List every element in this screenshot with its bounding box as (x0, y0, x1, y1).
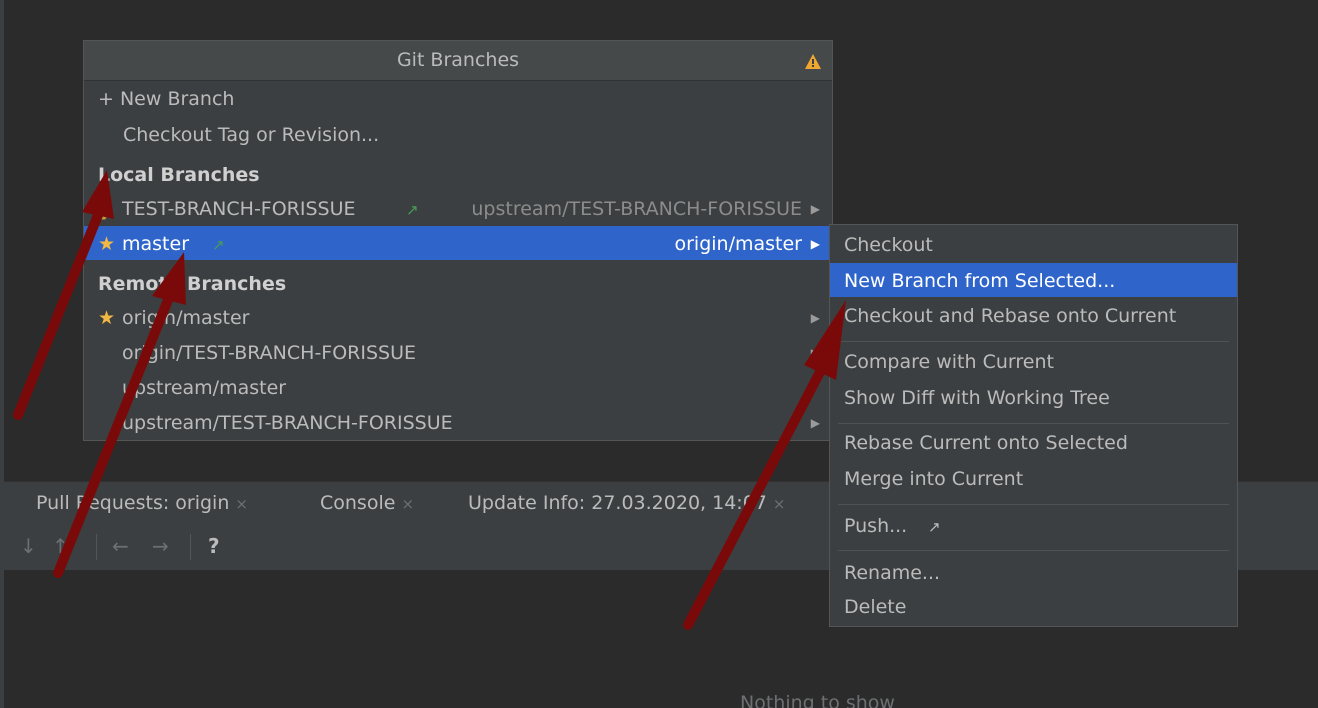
menu-item-checkout[interactable]: Checkout (830, 227, 1237, 261)
tracking-branch: upstream/TEST-BRANCH-FORISSUE (471, 198, 802, 220)
section-title: Remote Branches (98, 273, 287, 295)
popup-title: Git Branches (396, 49, 520, 71)
menu-item-label: Merge into Current (844, 468, 1024, 490)
branch-name: origin/master (122, 307, 250, 329)
menu-item-label: Compare with Current (844, 351, 1054, 373)
menu-item-label: Checkout (844, 234, 933, 256)
tab-console[interactable]: Console × (320, 492, 414, 514)
menu-separator (838, 504, 1229, 505)
branch-actions-submenu: Checkout New Branch from Selected... Che… (829, 224, 1238, 627)
tab-label: Console (320, 492, 396, 514)
close-icon[interactable]: × (773, 495, 786, 513)
menu-item-push[interactable]: Push... ↗ (830, 508, 1237, 542)
menu-item-rebase-current-onto-selected[interactable]: Rebase Current onto Selected (830, 425, 1237, 459)
branch-item-upstream-test-branch[interactable]: upstream/TEST-BRANCH-FORISSUE ▶ (84, 405, 832, 439)
menu-item-compare-with-current[interactable]: Compare with Current (830, 344, 1237, 378)
menu-item-label: Rename... (844, 562, 941, 584)
checkout-tag-item[interactable]: Checkout Tag or Revision... (84, 117, 832, 151)
tab-label: Pull Requests: origin (36, 492, 230, 514)
star-icon: ★ (98, 233, 116, 255)
warning-icon[interactable] (804, 53, 822, 70)
menu-separator (838, 341, 1229, 342)
remote-branches-header: Remote Branches (84, 266, 832, 300)
submenu-arrow-icon: ▶ (810, 202, 820, 216)
branch-name: TEST-BRANCH-FORISSUE (122, 198, 356, 220)
section-title: Local Branches (98, 164, 260, 186)
submenu-arrow-icon: ▶ (810, 311, 820, 325)
menu-item-checkout-and-rebase[interactable]: Checkout and Rebase onto Current (830, 298, 1237, 332)
empty-state-text: Nothing to show (740, 692, 895, 708)
outgoing-arrow-icon: ↗ (928, 518, 941, 536)
submenu-arrow-icon: ▶ (810, 346, 820, 360)
checkout-tag-label: Checkout Tag or Revision... (123, 124, 380, 146)
local-branches-header: Local Branches (84, 157, 832, 191)
branch-name: upstream/TEST-BRANCH-FORISSUE (122, 412, 453, 434)
arrow-back-icon[interactable]: ← (112, 534, 129, 558)
menu-item-label: Checkout and Rebase onto Current (844, 305, 1177, 327)
branch-item-upstream-master[interactable]: upstream/master (84, 370, 832, 404)
toolbar-separator (96, 534, 97, 560)
new-branch-label: + New Branch (98, 88, 235, 110)
tab-pull-requests[interactable]: Pull Requests: origin × (36, 492, 248, 514)
star-icon: ★ (98, 307, 116, 329)
menu-item-rename[interactable]: Rename... (830, 555, 1237, 589)
menu-item-label: Show Diff with Working Tree (844, 387, 1110, 409)
git-branches-popup: Git Branches + New Branch Checkout Tag o… (83, 40, 833, 441)
submenu-arrow-icon: ▶ (810, 237, 820, 251)
menu-separator (838, 550, 1229, 551)
close-icon[interactable]: × (401, 495, 414, 513)
menu-item-new-branch-from-selected[interactable]: New Branch from Selected... (830, 263, 1237, 297)
help-icon[interactable]: ? (208, 534, 220, 558)
menu-separator (838, 423, 1229, 424)
outgoing-arrow-icon: ↗ (406, 201, 419, 219)
popup-header: Git Branches (84, 41, 832, 81)
arrow-up-icon[interactable]: ↑ (52, 534, 69, 558)
tracking-branch: origin/master (674, 233, 803, 255)
new-branch-item[interactable]: + New Branch (84, 81, 832, 115)
branch-item-test-branch[interactable]: ❯ TEST-BRANCH-FORISSUE ↗ upstream/TEST-B… (84, 191, 832, 225)
branch-item-origin-master[interactable]: ★ origin/master ▶ (84, 300, 832, 334)
chevron-right-icon: ❯ (98, 198, 114, 220)
menu-item-label: Push... (844, 515, 908, 537)
branch-item-master[interactable]: ★ master ↗ origin/master ▶ (84, 226, 832, 260)
close-icon[interactable]: × (235, 495, 248, 513)
menu-item-label: Rebase Current onto Selected (844, 432, 1128, 454)
branch-name: origin/TEST-BRANCH-FORISSUE (122, 342, 417, 364)
branch-name: master (122, 233, 190, 255)
branch-name: upstream/master (122, 377, 287, 399)
arrow-forward-icon[interactable]: → (152, 534, 169, 558)
menu-item-label: Delete (844, 596, 907, 618)
branch-item-origin-test-branch[interactable]: origin/TEST-BRANCH-FORISSUE ▶ (84, 335, 832, 369)
ide-window: Pull Requests: origin × Console × Update I… (0, 0, 1318, 708)
tab-label: Update Info: 27.03.2020, 14:07 (468, 492, 767, 514)
arrow-down-icon[interactable]: ↓ (20, 534, 37, 558)
menu-item-label: New Branch from Selected... (844, 270, 1116, 292)
menu-item-merge-into-current[interactable]: Merge into Current (830, 461, 1237, 495)
left-edge (0, 0, 4, 708)
toolbar-separator (190, 534, 191, 560)
menu-item-show-diff[interactable]: Show Diff with Working Tree (830, 380, 1237, 414)
menu-item-delete[interactable]: Delete (830, 589, 1237, 623)
outgoing-arrow-icon: ↗ (212, 236, 225, 254)
tab-update-info[interactable]: Update Info: 27.03.2020, 14:07 × (468, 492, 785, 514)
submenu-arrow-icon: ▶ (810, 416, 820, 430)
